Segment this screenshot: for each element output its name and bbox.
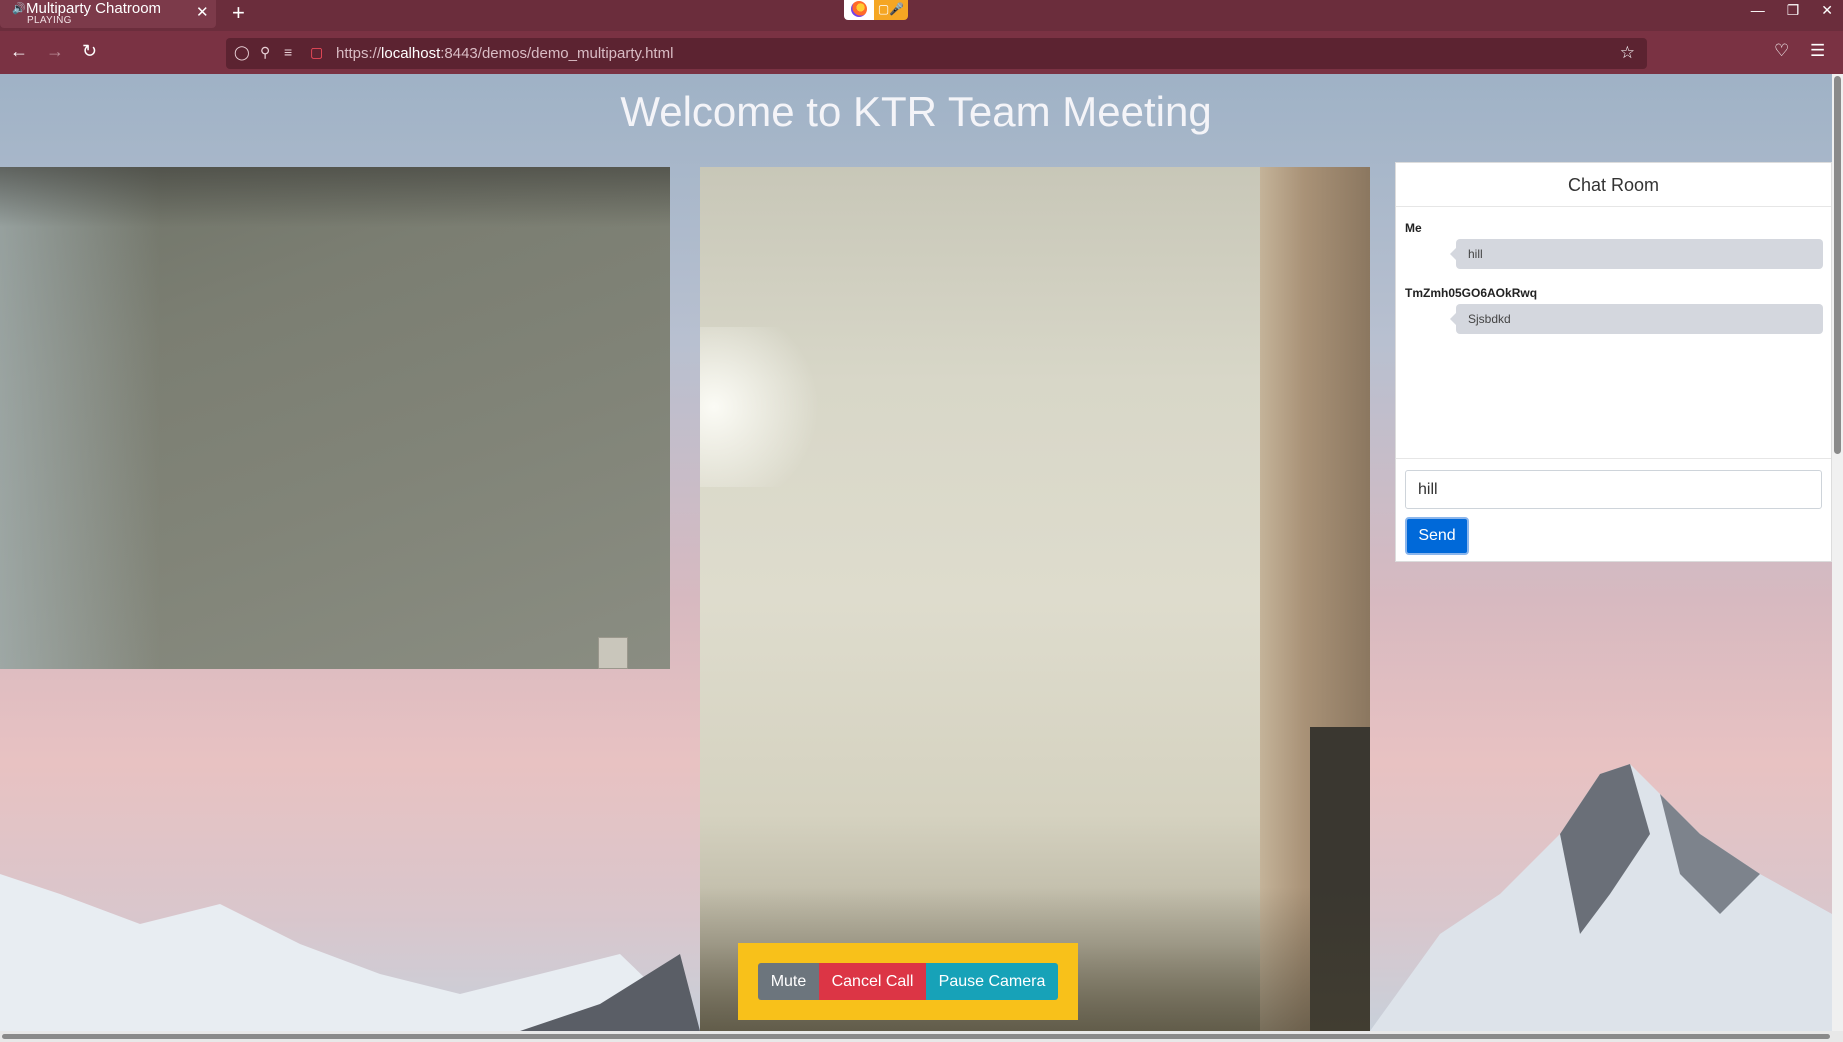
message-sender: TmZmh05GO6AOkRwq — [1405, 286, 1538, 300]
url-prefix: https:// — [336, 45, 382, 62]
url-path: :8443/demos/demo_multiparty.html — [440, 45, 674, 62]
close-window-icon[interactable]: ✕ — [1821, 2, 1833, 19]
mute-button[interactable]: Mute — [758, 963, 819, 1000]
minimize-icon[interactable]: — — [1751, 2, 1765, 19]
window-controls: — ❐ ✕ — [1751, 2, 1833, 19]
lock-icon[interactable]: ⚲ — [260, 44, 270, 61]
back-icon[interactable]: ← — [10, 41, 28, 62]
pause-camera-button[interactable]: Pause Camera — [926, 963, 1058, 1000]
page-content: Welcome to KTR Team Meeting Chat Room Me… — [0, 74, 1832, 1031]
browser-tab-bar: 🔊 Multiparty Chatroom PLAYING ✕ + ▢🎤 — ❐… — [0, 0, 1843, 31]
message-bubble: hill — [1450, 239, 1823, 269]
close-icon[interactable]: ✕ — [196, 3, 209, 21]
bookmark-star-icon[interactable]: ☆ — [1620, 43, 1635, 63]
send-button[interactable]: Send — [1405, 517, 1469, 555]
camera-icon[interactable]: ▢ — [310, 44, 323, 61]
reload-icon[interactable]: ↻ — [82, 41, 97, 62]
tab-playing-label: PLAYING — [27, 15, 72, 26]
new-tab-icon[interactable]: + — [232, 0, 245, 26]
call-controls: Mute Cancel Call Pause Camera — [738, 943, 1078, 1020]
remote-video-feed[interactable] — [0, 167, 670, 669]
chat-message-input[interactable] — [1405, 470, 1822, 509]
chat-room-title: Chat Room — [1396, 163, 1831, 207]
url-text[interactable]: https://localhost:8443/demos/demo_multip… — [336, 45, 673, 62]
horizontal-scrollbar[interactable] — [0, 1031, 1843, 1042]
forward-icon[interactable]: → — [46, 41, 64, 62]
cancel-call-button[interactable]: Cancel Call — [819, 963, 926, 1000]
browser-tab[interactable]: 🔊 Multiparty Chatroom PLAYING ✕ — [0, 0, 216, 28]
restore-icon[interactable]: ❐ — [1787, 2, 1800, 19]
chat-messages: Me hill TmZmh05GO6AOkRwq Sjsbdkd — [1396, 207, 1831, 459]
wall-socket — [598, 637, 628, 669]
menu-icon[interactable]: ☰ — [1810, 41, 1825, 61]
camera-mic-icon: ▢🎤 — [874, 0, 908, 20]
sharing-indicator[interactable]: ▢🎤 — [844, 0, 908, 20]
url-bar[interactable]: ◯ ⚲ ≡ ▢ https://localhost:8443/demos/dem… — [226, 38, 1647, 69]
shield-icon[interactable]: ◯ — [234, 44, 250, 61]
chat-room-panel: Chat Room Me hill TmZmh05GO6AOkRwq Sjsbd… — [1395, 162, 1832, 562]
message-bubble: Sjsbdkd — [1450, 304, 1823, 334]
vertical-scrollbar[interactable] — [1832, 74, 1843, 1031]
message-sender: Me — [1405, 221, 1422, 235]
permissions-icon[interactable]: ≡ — [284, 44, 292, 60]
firefox-icon — [844, 0, 874, 20]
url-host: localhost — [381, 45, 441, 62]
page-title: Welcome to KTR Team Meeting — [620, 88, 1212, 135]
pocket-icon[interactable]: ♡ — [1774, 41, 1789, 61]
speaker-icon[interactable]: 🔊 — [12, 2, 26, 15]
browser-nav-bar: ← → ↻ ◯ ⚲ ≡ ▢ https://localhost:8443/dem… — [0, 31, 1843, 74]
local-video-feed[interactable] — [700, 167, 1370, 1031]
